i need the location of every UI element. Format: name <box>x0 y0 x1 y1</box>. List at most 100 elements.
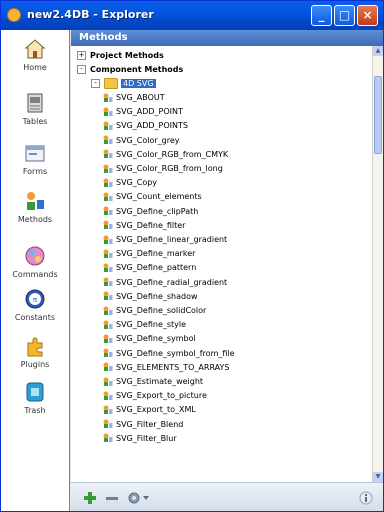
method-row[interactable]: SVG_Define_shadow <box>103 290 198 304</box>
sidebar-item-label: Constants <box>14 313 56 322</box>
sidebar-item-label: Home <box>23 63 47 72</box>
method-row[interactable]: SVG_Define_clipPath <box>103 205 198 219</box>
remove-method-button[interactable] <box>105 491 119 505</box>
options-menu-button[interactable] <box>127 491 151 505</box>
method-icon <box>103 149 113 159</box>
method-label: SVG_Filter_Blend <box>116 419 184 429</box>
house-icon <box>24 39 46 59</box>
method-icon <box>103 135 113 145</box>
add-method-button[interactable] <box>83 491 97 505</box>
group-label: Component Methods <box>90 65 184 74</box>
method-row[interactable]: SVG_Export_to_picture <box>103 389 207 403</box>
method-icon <box>103 277 113 287</box>
method-row[interactable]: SVG_Export_to_XML <box>103 403 196 417</box>
method-icon <box>103 235 113 244</box>
collapse-icon[interactable]: - <box>91 79 100 88</box>
trash-icon <box>26 382 44 402</box>
sidebar-item-trash[interactable]: Trash <box>1 381 69 415</box>
sidebar-item-methods[interactable]: Methods <box>1 190 69 224</box>
method-label: SVG_ADD_POINT <box>116 107 183 117</box>
method-row[interactable]: SVG_Color_grey <box>103 134 179 148</box>
sidebar-item-label: Commands <box>12 270 58 279</box>
method-label: SVG_ELEMENTS_TO_ARRAYS <box>116 362 230 372</box>
sidebar-item-plugins[interactable]: Plugins <box>1 335 69 369</box>
scroll-down-arrow-icon[interactable]: ▼ <box>373 472 383 482</box>
method-label: SVG_ABOUT <box>116 93 165 102</box>
folder-icon <box>104 78 118 89</box>
method-label: SVG_Export_to_picture <box>116 391 207 401</box>
method-label: SVG_Copy <box>116 178 158 188</box>
method-row[interactable]: SVG_Define_symbol_from_file <box>103 347 235 361</box>
method-row[interactable]: SVG_Filter_Blur <box>103 432 177 446</box>
method-label: SVG_Color_grey <box>116 135 180 145</box>
scroll-thumb[interactable] <box>374 76 382 154</box>
method-label: SVG_Define_linear_gradient <box>116 235 228 244</box>
sidebar-item-constants[interactable]: π Constants <box>1 288 69 322</box>
method-label: SVG_Define_filter <box>116 220 186 230</box>
group-component-methods[interactable]: - Component Methods <box>77 63 183 77</box>
minimize-button[interactable]: _ <box>311 5 332 26</box>
method-row[interactable]: SVG_Filter_Blend <box>103 418 183 432</box>
method-icon <box>103 206 113 216</box>
group-project-methods[interactable]: + Project Methods <box>77 49 164 63</box>
app-icon <box>7 8 21 22</box>
method-icon <box>103 377 113 386</box>
method-label: SVG_Define_radial_gradient <box>116 277 228 287</box>
method-icon <box>103 121 113 130</box>
method-label: SVG_Color_RGB_from_CMYK <box>116 149 229 159</box>
methods-tree: + Project Methods - Component Methods -4D … <box>71 46 373 482</box>
method-icon <box>103 433 113 443</box>
method-row[interactable]: SVG_Color_RGB_from_CMYK <box>103 148 228 162</box>
title-bar[interactable]: new2.4DB - Explorer _ □ × <box>1 1 383 30</box>
close-button[interactable]: × <box>357 5 378 26</box>
info-button[interactable] <box>359 491 373 505</box>
method-row[interactable]: SVG_Count_elements <box>103 190 202 204</box>
method-label: SVG_Define_style <box>116 320 187 330</box>
method-icon <box>103 391 113 400</box>
method-label: SVG_Define_clipPath <box>116 206 199 216</box>
method-row[interactable]: SVG_Define_radial_gradient <box>103 276 227 290</box>
info-icon <box>359 491 373 505</box>
method-icon <box>103 107 113 116</box>
method-row[interactable]: SVG_Copy <box>103 176 157 190</box>
method-row[interactable]: SVG_Define_linear_gradient <box>103 233 227 247</box>
method-row[interactable]: SVG_Define_solidColor <box>103 304 206 318</box>
method-row[interactable]: SVG_ABOUT <box>103 91 165 105</box>
folder-label: 4D SVG <box>121 79 156 88</box>
vertical-scrollbar[interactable]: ▲ ▼ <box>372 46 383 482</box>
sidebar-item-label: Plugins <box>20 360 50 369</box>
method-icon <box>103 306 113 315</box>
method-row[interactable]: SVG_ADD_POINT <box>103 105 183 119</box>
collapse-icon[interactable]: - <box>77 65 86 74</box>
method-icon <box>103 320 113 329</box>
method-row[interactable]: SVG_ELEMENTS_TO_ARRAYS <box>103 361 230 375</box>
plugins-icon <box>27 337 43 357</box>
method-icon <box>103 249 113 258</box>
method-icon <box>103 334 113 343</box>
method-row[interactable]: SVG_Define_style <box>103 318 186 332</box>
sidebar-item-home[interactable]: Home <box>1 38 69 72</box>
sidebar-item-forms[interactable]: Forms <box>1 142 69 176</box>
method-row[interactable]: SVG_Define_marker <box>103 247 195 261</box>
method-row[interactable]: SVG_Estimate_weight <box>103 375 203 389</box>
methods-header: Methods <box>71 30 383 46</box>
method-icon <box>103 164 113 173</box>
folder-4d-svg[interactable]: - 4D SVG <box>91 77 156 91</box>
methods-panel: Methods + Project Methods - Component Meth… <box>71 30 383 511</box>
method-label: SVG_Color_RGB_from_long <box>116 164 223 173</box>
window-title: new2.4DB - Explorer <box>27 8 154 21</box>
method-row[interactable]: SVG_Define_filter <box>103 219 185 233</box>
method-row[interactable]: SVG_ADD_POINTS <box>103 119 188 133</box>
maximize-button[interactable]: □ <box>334 5 355 26</box>
form-icon <box>25 145 45 162</box>
sidebar-item-commands[interactable]: Commands <box>1 245 69 279</box>
sidebar-item-label: Forms <box>22 167 48 176</box>
sidebar-item-label: Trash <box>24 406 46 415</box>
scroll-up-arrow-icon[interactable]: ▲ <box>373 46 383 56</box>
method-row[interactable]: SVG_Color_RGB_from_long <box>103 162 223 176</box>
sidebar-item-tables[interactable]: Tables <box>1 92 69 126</box>
expand-icon[interactable]: + <box>77 51 86 60</box>
method-icon <box>103 220 113 230</box>
method-row[interactable]: SVG_Define_pattern <box>103 261 196 275</box>
method-row[interactable]: SVG_Define_symbol <box>103 332 196 346</box>
